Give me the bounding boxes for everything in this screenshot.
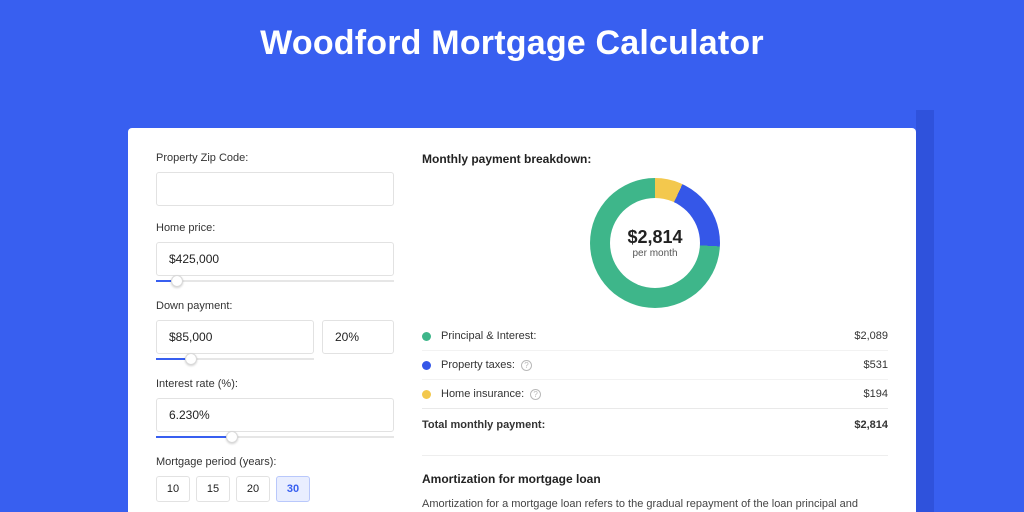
home-price-label: Home price: (156, 222, 394, 234)
legend-total-value: $2,814 (854, 419, 888, 431)
breakdown-heading: Monthly payment breakdown: (422, 152, 888, 166)
down-payment-field: Down payment: (156, 300, 394, 354)
mortgage-period-label: Mortgage period (years): (156, 456, 394, 468)
info-icon[interactable]: ? (530, 389, 541, 400)
interest-rate-slider-thumb[interactable] (226, 431, 238, 443)
legend-value: $2,089 (854, 330, 888, 342)
interest-rate-label: Interest rate (%): (156, 378, 394, 390)
breakdown-legend: Principal & Interest: $2,089 Property ta… (422, 322, 888, 439)
down-payment-slider-thumb[interactable] (185, 353, 197, 365)
legend-value: $194 (864, 388, 888, 400)
mortgage-period-field: Mortgage period (years): 10 15 20 30 (156, 456, 394, 502)
legend-dot-icon (422, 361, 431, 370)
legend-label: Principal & Interest: (441, 330, 536, 342)
amortization-body: Amortization for a mortgage loan refers … (422, 496, 888, 512)
home-price-field: Home price: (156, 222, 394, 276)
legend-row-insurance: Home insurance: ? $194 (422, 379, 888, 408)
home-price-slider-thumb[interactable] (171, 275, 183, 287)
interest-rate-field: Interest rate (%): (156, 378, 394, 432)
legend-value: $531 (864, 359, 888, 371)
period-option-20[interactable]: 20 (236, 476, 270, 502)
amortization-panel: Amortization for mortgage loan Amortizat… (422, 472, 888, 512)
period-option-15[interactable]: 15 (196, 476, 230, 502)
breakdown-donut-chart: $2,814 per month (590, 178, 720, 308)
mortgage-period-options: 10 15 20 30 (156, 476, 394, 502)
down-payment-label: Down payment: (156, 300, 394, 312)
legend-total-label: Total monthly payment: (422, 419, 545, 431)
period-option-30[interactable]: 30 (276, 476, 310, 502)
zip-input[interactable] (156, 172, 394, 206)
legend-row-taxes: Property taxes: ? $531 (422, 350, 888, 379)
home-price-input[interactable] (156, 242, 394, 276)
legend-label: Home insurance: ? (441, 388, 541, 400)
period-option-10[interactable]: 10 (156, 476, 190, 502)
breakdown-panel: Monthly payment breakdown: $2,814 per mo… (422, 152, 888, 456)
page-title: Woodford Mortgage Calculator (0, 0, 1024, 81)
inputs-column: Property Zip Code: Home price: Down paym… (156, 152, 394, 512)
legend-row-total: Total monthly payment: $2,814 (422, 408, 888, 439)
legend-row-principal: Principal & Interest: $2,089 (422, 322, 888, 350)
donut-amount: $2,814 (627, 227, 682, 248)
down-payment-amount-input[interactable] (156, 320, 314, 354)
legend-dot-icon (422, 332, 431, 341)
legend-label: Property taxes: ? (441, 359, 532, 371)
legend-dot-icon (422, 390, 431, 399)
interest-rate-slider[interactable] (156, 436, 394, 438)
home-price-slider[interactable] (156, 280, 394, 282)
down-payment-pct-input[interactable] (322, 320, 394, 354)
donut-subtext: per month (632, 248, 677, 259)
calculator-card: Property Zip Code: Home price: Down paym… (128, 128, 916, 512)
breakdown-column: Monthly payment breakdown: $2,814 per mo… (422, 152, 888, 512)
amortization-heading: Amortization for mortgage loan (422, 472, 888, 486)
down-payment-slider[interactable] (156, 358, 314, 360)
interest-rate-input[interactable] (156, 398, 394, 432)
info-icon[interactable]: ? (521, 360, 532, 371)
zip-label: Property Zip Code: (156, 152, 394, 164)
zip-field: Property Zip Code: (156, 152, 394, 206)
